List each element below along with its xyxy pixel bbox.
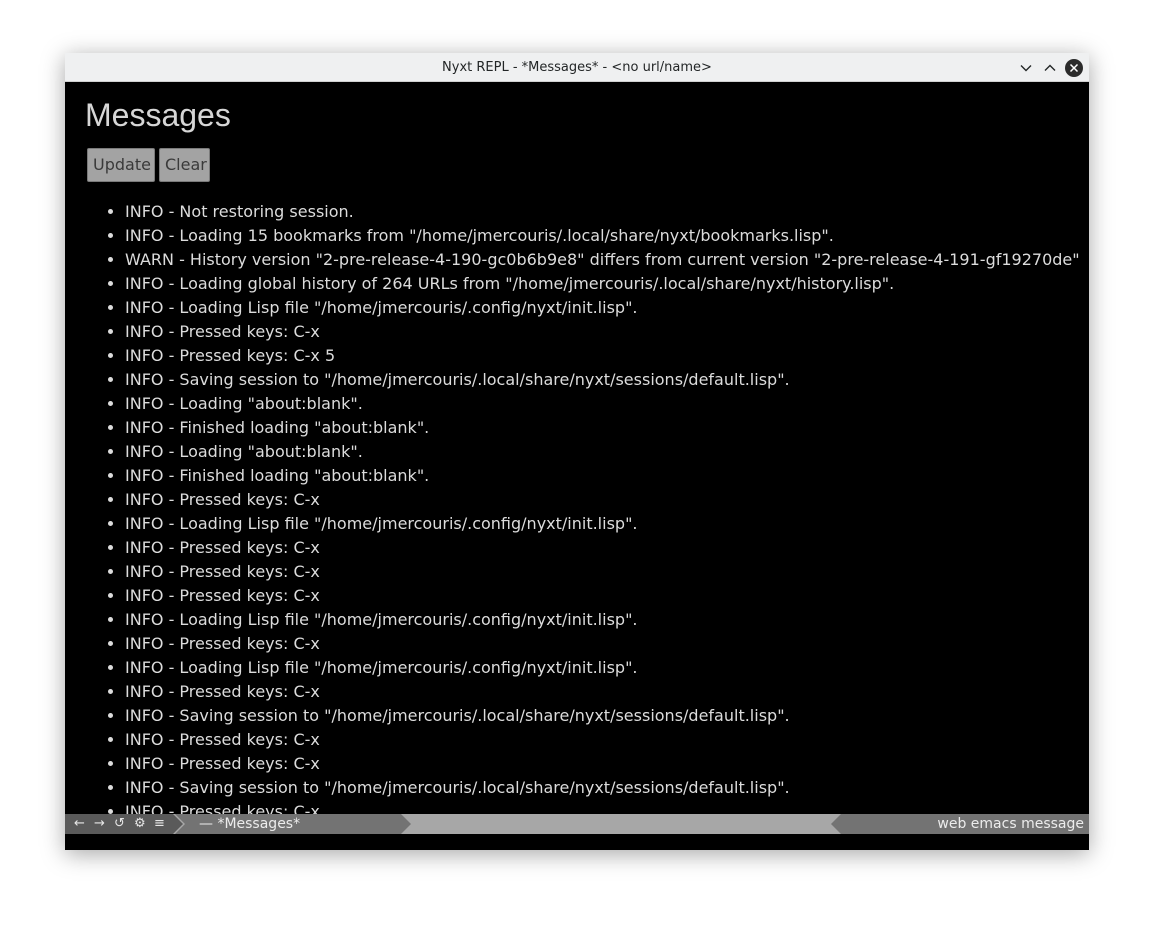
title-bar[interactable]: Nyxt REPL - *Messages* - <no url/name>	[65, 53, 1089, 82]
message-item: INFO - Pressed keys: C-x	[125, 680, 1085, 704]
update-button[interactable]: Update	[87, 148, 155, 182]
close-icon	[1065, 59, 1083, 77]
message-item: INFO - Loading "about:blank".	[125, 440, 1085, 464]
message-item: INFO - Pressed keys: C-x	[125, 800, 1085, 814]
message-item: INFO - Pressed keys: C-x	[125, 320, 1085, 344]
message-item: INFO - Pressed keys: C-x	[125, 632, 1085, 656]
chevron-up-icon	[1044, 64, 1056, 71]
message-item: WARN - History version "2-pre-release-4-…	[125, 248, 1085, 272]
page-title: Messages	[85, 97, 231, 133]
forward-arrow-icon[interactable]: →	[94, 814, 105, 834]
message-item: INFO - Loading Lisp file "/home/jmercour…	[125, 512, 1085, 536]
menu-icon[interactable]: ≡	[154, 814, 165, 834]
message-item: INFO - Loading "about:blank".	[125, 392, 1085, 416]
navigation-controls: ← → ↺ ⚙ ≡	[65, 814, 183, 834]
message-item: INFO - Pressed keys: C-x	[125, 728, 1085, 752]
message-item: INFO - Pressed keys: C-x	[125, 752, 1085, 776]
minimize-button[interactable]	[1017, 59, 1035, 77]
message-item: INFO - Finished loading "about:blank".	[125, 416, 1085, 440]
message-item: INFO - Not restoring session.	[125, 200, 1085, 224]
message-item: INFO - Loading Lisp file "/home/jmercour…	[125, 608, 1085, 632]
message-item: INFO - Loading Lisp file "/home/jmercour…	[125, 296, 1085, 320]
message-item: INFO - Loading 15 bookmarks from "/home/…	[125, 224, 1085, 248]
browser-window: Nyxt REPL - *Messages* - <no url/name> M…	[65, 53, 1089, 850]
message-item: INFO - Finished loading "about:blank".	[125, 464, 1085, 488]
message-area	[65, 834, 1089, 850]
clear-button[interactable]: Clear	[159, 148, 210, 182]
message-item: INFO - Saving session to "/home/jmercour…	[125, 776, 1085, 800]
back-arrow-icon[interactable]: ←	[74, 814, 85, 834]
window-title: Nyxt REPL - *Messages* - <no url/name>	[442, 60, 712, 75]
reload-icon[interactable]: ↺	[114, 814, 125, 834]
page-content: Messages Update Clear INFO - Not restori…	[65, 82, 1089, 814]
modes-indicator[interactable]: web emacs message	[831, 814, 1089, 834]
message-item: INFO - Saving session to "/home/jmercour…	[125, 368, 1085, 392]
maximize-button[interactable]	[1041, 59, 1059, 77]
message-item: INFO - Saving session to "/home/jmercour…	[125, 704, 1085, 728]
gear-icon[interactable]: ⚙	[134, 814, 146, 834]
message-item: INFO - Pressed keys: C-x 5	[125, 344, 1085, 368]
buffer-name[interactable]: — *Messages*	[175, 814, 411, 834]
message-item: INFO - Loading Lisp file "/home/jmercour…	[125, 656, 1085, 680]
message-item: INFO - Pressed keys: C-x	[125, 584, 1085, 608]
message-item: INFO - Pressed keys: C-x	[125, 536, 1085, 560]
close-button[interactable]	[1065, 59, 1083, 77]
message-item: INFO - Pressed keys: C-x	[125, 560, 1085, 584]
message-item: INFO - Pressed keys: C-x	[125, 488, 1085, 512]
message-item: INFO - Loading global history of 264 URL…	[125, 272, 1085, 296]
chevron-down-icon	[1020, 65, 1032, 72]
status-bar: ← → ↺ ⚙ ≡ — *Messages* web emacs message	[65, 814, 1089, 834]
message-list: INFO - Not restoring session. INFO - Loa…	[65, 200, 1085, 814]
